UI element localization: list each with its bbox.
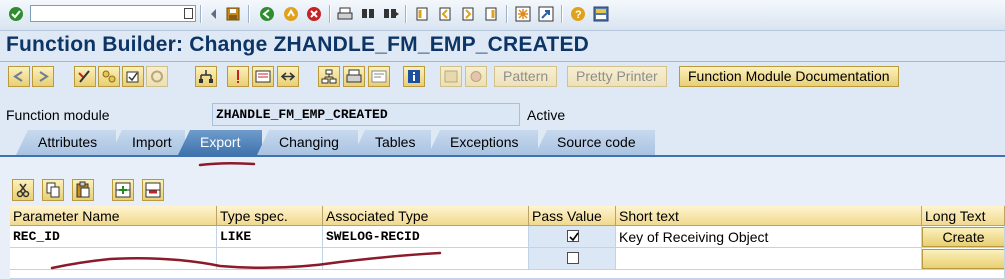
cut-icon[interactable]	[12, 179, 34, 201]
associated-type-cell[interactable]: SWELOG-RECID	[323, 226, 529, 248]
active-inactive-button[interactable]	[98, 66, 120, 87]
where-used-button[interactable]	[195, 66, 217, 87]
long-text-cell	[922, 248, 1005, 270]
pretty-printer-button[interactable]: Pretty Printer	[567, 66, 667, 87]
application-toolbar: Pattern Pretty Printer Function Module D…	[0, 63, 1005, 90]
layout-icon[interactable]	[593, 6, 609, 22]
forward-arrow-button[interactable]	[32, 66, 54, 87]
tab-tables[interactable]: Tables	[353, 130, 431, 155]
back-arrow-button[interactable]	[8, 66, 30, 87]
tab-exceptions[interactable]: Exceptions	[428, 130, 538, 155]
previous-page-icon[interactable]	[437, 6, 453, 22]
print-icon[interactable]	[337, 6, 353, 22]
parameter-name-cell[interactable]	[10, 248, 217, 270]
print-list-button[interactable]	[343, 66, 365, 87]
help-icon[interactable]: ?	[570, 6, 586, 22]
find-next-icon[interactable]	[383, 6, 399, 22]
create-long-text-button[interactable]: Create	[922, 227, 1004, 247]
tab-attributes[interactable]: Attributes	[16, 130, 116, 155]
command-input[interactable]	[31, 6, 187, 21]
display-navigation-button[interactable]	[277, 66, 299, 87]
function-module-field: ZHANDLE_FM_EMP_CREATED	[212, 103, 520, 126]
check-button[interactable]	[122, 66, 144, 87]
tab-export[interactable]: Export	[178, 130, 262, 155]
inactive-button-2[interactable]	[465, 66, 487, 87]
short-text-cell[interactable]	[616, 248, 922, 270]
display-change-button[interactable]	[74, 66, 96, 87]
tab-source-code[interactable]: Source code	[535, 130, 655, 155]
pass-value-checkbox[interactable]	[567, 230, 579, 242]
column-header-type-spec[interactable]: Type spec.	[217, 206, 323, 226]
short-text-cell[interactable]: Key of Receiving Object	[616, 226, 922, 248]
column-header-pass-value[interactable]: Pass Value	[529, 206, 616, 226]
test-button[interactable]	[227, 66, 249, 87]
back-arrow-icon[interactable]	[206, 6, 222, 22]
column-header-parameter-name[interactable]: Parameter Name	[10, 206, 217, 226]
copy-icon[interactable]	[42, 179, 64, 201]
command-field[interactable]	[30, 5, 196, 22]
pass-value-cell	[529, 248, 616, 270]
pass-value-cell	[529, 226, 616, 248]
inactive-button-1[interactable]	[440, 66, 462, 87]
function-module-status: Active	[527, 107, 566, 123]
first-page-icon[interactable]	[414, 6, 430, 22]
parameter-name-cell[interactable]: REC_ID	[10, 226, 217, 248]
exit-icon[interactable]	[283, 6, 299, 22]
info-button[interactable]	[403, 66, 425, 87]
svg-text:?: ?	[575, 9, 582, 21]
command-history-icon[interactable]	[184, 8, 193, 19]
table-row[interactable]	[10, 270, 1005, 279]
associated-type-cell[interactable]	[323, 248, 529, 270]
function-module-label: Function module	[6, 107, 110, 123]
page-title: Function Builder: Change ZHANDLE_FM_EMP_…	[6, 33, 590, 56]
shortcut-icon[interactable]	[538, 6, 554, 22]
insert-row-icon[interactable]	[112, 179, 134, 201]
tab-strip: Attributes Import Export Changing Tables…	[0, 128, 1005, 155]
column-header-long-text[interactable]: Long Text	[922, 206, 1005, 226]
parameter-table: Parameter Name Type spec. Associated Typ…	[10, 206, 1005, 279]
cancel-icon[interactable]	[306, 6, 322, 22]
column-header-short-text[interactable]: Short text	[616, 206, 922, 226]
paste-icon[interactable]	[72, 179, 94, 201]
enter-icon[interactable]	[8, 6, 24, 22]
pattern-button[interactable]: Pattern	[494, 66, 558, 87]
find-icon[interactable]	[360, 6, 376, 22]
activate-button[interactable]	[146, 66, 168, 87]
long-text-button[interactable]	[922, 249, 1004, 269]
back-icon[interactable]	[259, 6, 275, 22]
enhance-button[interactable]	[368, 66, 390, 87]
type-spec-cell[interactable]	[217, 248, 323, 270]
long-text-cell: Create	[922, 226, 1005, 248]
display-object-list-button[interactable]	[252, 66, 274, 87]
next-page-icon[interactable]	[460, 6, 476, 22]
function-module-documentation-button[interactable]: Function Module Documentation	[679, 66, 899, 87]
delete-row-icon[interactable]	[142, 179, 164, 201]
save-icon[interactable]	[225, 6, 241, 22]
type-spec-cell[interactable]: LIKE	[217, 226, 323, 248]
new-session-icon[interactable]	[515, 6, 531, 22]
pass-value-checkbox[interactable]	[567, 252, 579, 264]
system-toolbar: ?	[0, 0, 1005, 31]
hierarchy-button[interactable]	[318, 66, 340, 87]
last-page-icon[interactable]	[483, 6, 499, 22]
column-header-associated-type[interactable]: Associated Type	[323, 206, 529, 226]
tab-changing[interactable]: Changing	[257, 130, 358, 155]
tab-import[interactable]: Import	[110, 130, 185, 155]
